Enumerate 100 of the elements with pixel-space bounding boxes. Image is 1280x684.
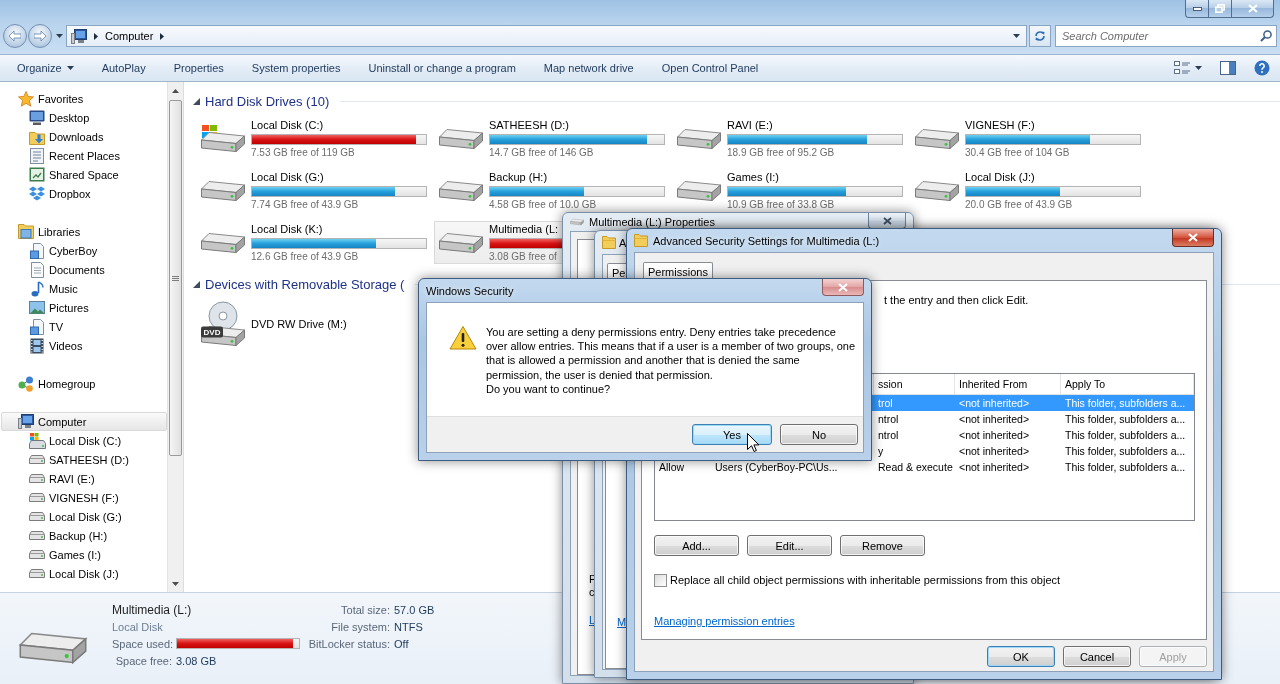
checkbox-label[interactable]: Replace all child object permissions with inheritable permissions from this object <box>670 574 1061 587</box>
sidebar-item[interactable]: Libraries <box>1 222 167 241</box>
dialog-button[interactable]: Yes <box>692 424 772 445</box>
drive-tile[interactable]: Local Disk (K:) 12.6 GB free of 43.9 GB <box>196 221 430 264</box>
sidebar-item[interactable]: Games (I:) <box>1 545 167 564</box>
search-icon[interactable] <box>1260 30 1272 42</box>
restore-icon <box>1215 4 1225 13</box>
close-button[interactable] <box>822 279 864 296</box>
free-space-text: 3.08 GB free of <box>489 251 557 263</box>
permission-entry[interactable]: Allow Users (CyberBoy-PC\Us... Read & execute <not inherited> This folder, subfolders a... <box>655 459 1194 475</box>
restore-button[interactable] <box>1208 0 1232 18</box>
close-button[interactable] <box>1172 229 1214 247</box>
toolbar-button[interactable]: Uninstall or change a program <box>354 57 530 79</box>
property-label: Space used: <box>112 637 172 650</box>
scrollbar[interactable] <box>167 82 183 592</box>
sidebar-item[interactable]: Shared Space <box>1 165 167 184</box>
picture-icon <box>29 301 45 314</box>
menu-button[interactable]: Organize <box>3 57 88 79</box>
checkbox[interactable] <box>654 574 667 587</box>
sidebar-item[interactable]: Downloads <box>1 127 167 146</box>
drive-tile[interactable]: RAVI (E:) 18.9 GB free of 95.2 GB <box>672 117 906 160</box>
hard-drive-icon <box>676 127 722 150</box>
search-field[interactable]: Search Computer <box>1055 25 1277 47</box>
dialog-button[interactable]: No <box>780 424 858 445</box>
recent-pages-caret-icon[interactable] <box>56 34 63 38</box>
property-label: File system: <box>330 620 390 633</box>
sidebar-item[interactable]: Recent Places <box>1 146 167 165</box>
hard-drive-icon <box>29 455 45 464</box>
close-button[interactable] <box>1231 0 1274 18</box>
drive-tile[interactable]: Games (I:) 10.9 GB free of 33.8 GB <box>672 169 906 212</box>
toolbar-button[interactable]: Open Control Panel <box>647 57 773 79</box>
music-note-icon <box>30 280 44 297</box>
sidebar-item[interactable]: Computer <box>1 412 167 431</box>
drive-tile[interactable]: Backup (H:) 4.58 GB free of 10.0 GB <box>434 169 668 212</box>
sidebar-item[interactable]: VIGNESH (F:) <box>1 488 167 507</box>
breadcrumb-item[interactable]: Computer <box>105 30 154 42</box>
sidebar-item[interactable]: Local Disk (G:) <box>1 507 167 526</box>
action-button[interactable]: Add... <box>654 535 739 556</box>
free-space-text: 20.0 GB free of 43.9 GB <box>965 199 1073 211</box>
help-link[interactable]: Managing permission entries <box>654 615 795 628</box>
table-cell-text: y <box>877 444 885 458</box>
table-cell-text: Read & execute <box>877 460 954 474</box>
network-nodes-icon <box>18 375 34 392</box>
drive-tile[interactable]: DVD DVD RW Drive (M:) <box>196 300 430 348</box>
table-cell-text: ntrol <box>877 412 900 426</box>
address-field[interactable]: Computer <box>66 25 1027 47</box>
toolbar-button[interactable]: System properties <box>237 57 355 79</box>
action-button[interactable]: Remove <box>840 535 925 556</box>
sidebar-item[interactable]: Homegroup <box>1 374 167 393</box>
sidebar-item[interactable]: Local Disk (C:) <box>1 431 167 450</box>
sidebar-item[interactable]: Pictures <box>1 298 167 317</box>
drive-tile[interactable]: Local Disk (G:) 7.74 GB free of 43.9 GB <box>196 169 430 212</box>
column-header[interactable]: Apply To <box>1065 378 1106 390</box>
sidebar-item[interactable]: CyberBoy <box>1 241 167 260</box>
drive-tile[interactable]: Local Disk (C:) 7.53 GB free of 119 GB <box>196 117 430 160</box>
refresh-icon <box>1034 30 1046 42</box>
back-button[interactable] <box>3 24 27 48</box>
dialog-button[interactable]: OK <box>987 646 1055 667</box>
link-fragment[interactable]: M <box>617 616 627 629</box>
arrow-right-icon <box>34 31 46 41</box>
sidebar-item[interactable]: Favorites <box>1 89 167 108</box>
sidebar-item[interactable]: Backup (H:) <box>1 526 167 545</box>
column-header[interactable]: ssion <box>878 378 903 390</box>
preview-pane-button[interactable] <box>1218 59 1238 77</box>
sidebar-item[interactable]: Local Disk (J:) <box>1 564 167 583</box>
sidebar-item[interactable]: TV <box>1 317 167 336</box>
hard-drive-icon <box>200 231 246 254</box>
close-button[interactable] <box>868 213 906 229</box>
action-button[interactable]: Edit... <box>747 535 832 556</box>
scroll-up-icon[interactable] <box>172 88 179 93</box>
expand-arrow-icon[interactable] <box>193 97 200 105</box>
drive-type: Local Disk <box>112 620 164 633</box>
view-options-button[interactable] <box>1172 59 1204 77</box>
sidebar-item[interactable]: Music <box>1 279 167 298</box>
sidebar-item[interactable]: Desktop <box>1 108 167 127</box>
drive-tile[interactable]: Local Disk (J:) 20.0 GB free of 43.9 GB <box>910 169 1144 212</box>
minimize-button[interactable] <box>1185 0 1209 18</box>
address-caret-icon[interactable] <box>1013 34 1020 38</box>
sidebar-item[interactable]: Videos <box>1 336 167 355</box>
chevron-right-icon[interactable] <box>160 32 165 40</box>
drive-tile[interactable]: VIGNESH (F:) 30.4 GB free of 104 GB <box>910 117 1144 160</box>
dialog-button[interactable]: Cancel <box>1063 646 1131 667</box>
drive-tile[interactable]: SATHEESH (D:) 14.7 GB free of 146 GB <box>434 117 668 160</box>
help-button[interactable] <box>1252 58 1272 78</box>
column-header[interactable]: Inherited From <box>959 378 1028 390</box>
expand-arrow-icon[interactable] <box>193 280 200 288</box>
scrollbar-thumb[interactable] <box>169 100 182 456</box>
chevron-right-icon[interactable] <box>94 32 98 40</box>
scroll-down-icon[interactable] <box>172 581 179 586</box>
sidebar-item[interactable]: RAVI (E:) <box>1 469 167 488</box>
sidebar-item[interactable]: SATHEESH (D:) <box>1 450 167 469</box>
toolbar-button[interactable]: AutoPlay <box>87 57 160 79</box>
toolbar-button[interactable]: Map network drive <box>529 57 648 79</box>
hard-drive-icon <box>676 179 722 202</box>
free-space-text: 7.74 GB free of 43.9 GB <box>251 199 359 211</box>
table-cell-text: This folder, subfolders a... <box>1064 412 1187 426</box>
toolbar-button[interactable]: Properties <box>159 57 238 79</box>
sidebar-item[interactable]: Documents <box>1 260 167 279</box>
refresh-button[interactable] <box>1029 25 1051 47</box>
sidebar-item[interactable]: Dropbox <box>1 184 167 203</box>
